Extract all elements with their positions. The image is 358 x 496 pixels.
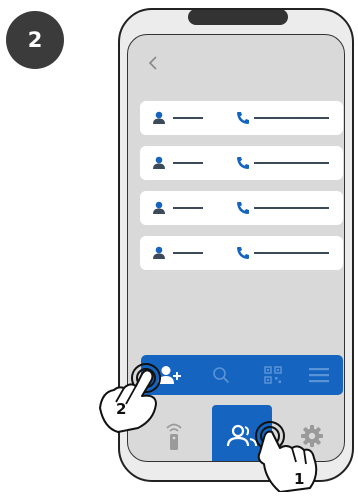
gesture-label: 1 [294,470,305,488]
contact-name-placeholder [173,117,203,119]
menu-button[interactable] [299,355,339,395]
contact-row[interactable] [140,191,343,225]
user-icon [153,111,165,124]
phone-icon [237,157,249,169]
tap-gesture-1: 1 [250,418,326,496]
user-icon [153,156,165,169]
step-number: 2 [27,28,43,52]
phone-speaker [188,10,288,25]
menu-icon [309,368,329,383]
contact-name-placeholder [173,162,203,164]
back-button[interactable] [146,53,160,73]
phone-icon [237,202,249,214]
pointing-hand-icon [255,421,318,493]
contact-number-placeholder [254,252,329,254]
contact-name-placeholder [173,252,203,254]
phone-icon [237,112,249,124]
contact-number-placeholder [254,117,329,119]
step-badge: 2 [6,11,64,69]
contact-row[interactable] [140,101,343,135]
contact-number-placeholder [254,207,329,209]
search-icon [213,367,230,384]
phone-icon [237,247,249,259]
user-icon [153,246,165,259]
contact-number-placeholder [254,162,329,164]
qr-code-icon [264,366,282,384]
gesture-label: 2 [116,400,127,418]
qr-code-button[interactable] [253,355,293,395]
contact-name-placeholder [173,207,203,209]
chevron-left-icon [148,56,157,70]
tap-gesture-2: 2 [96,362,176,438]
pointing-hand-icon [99,363,161,433]
contact-row[interactable] [140,146,343,180]
user-icon [153,201,165,214]
contact-row[interactable] [140,236,343,270]
search-button[interactable] [201,355,241,395]
